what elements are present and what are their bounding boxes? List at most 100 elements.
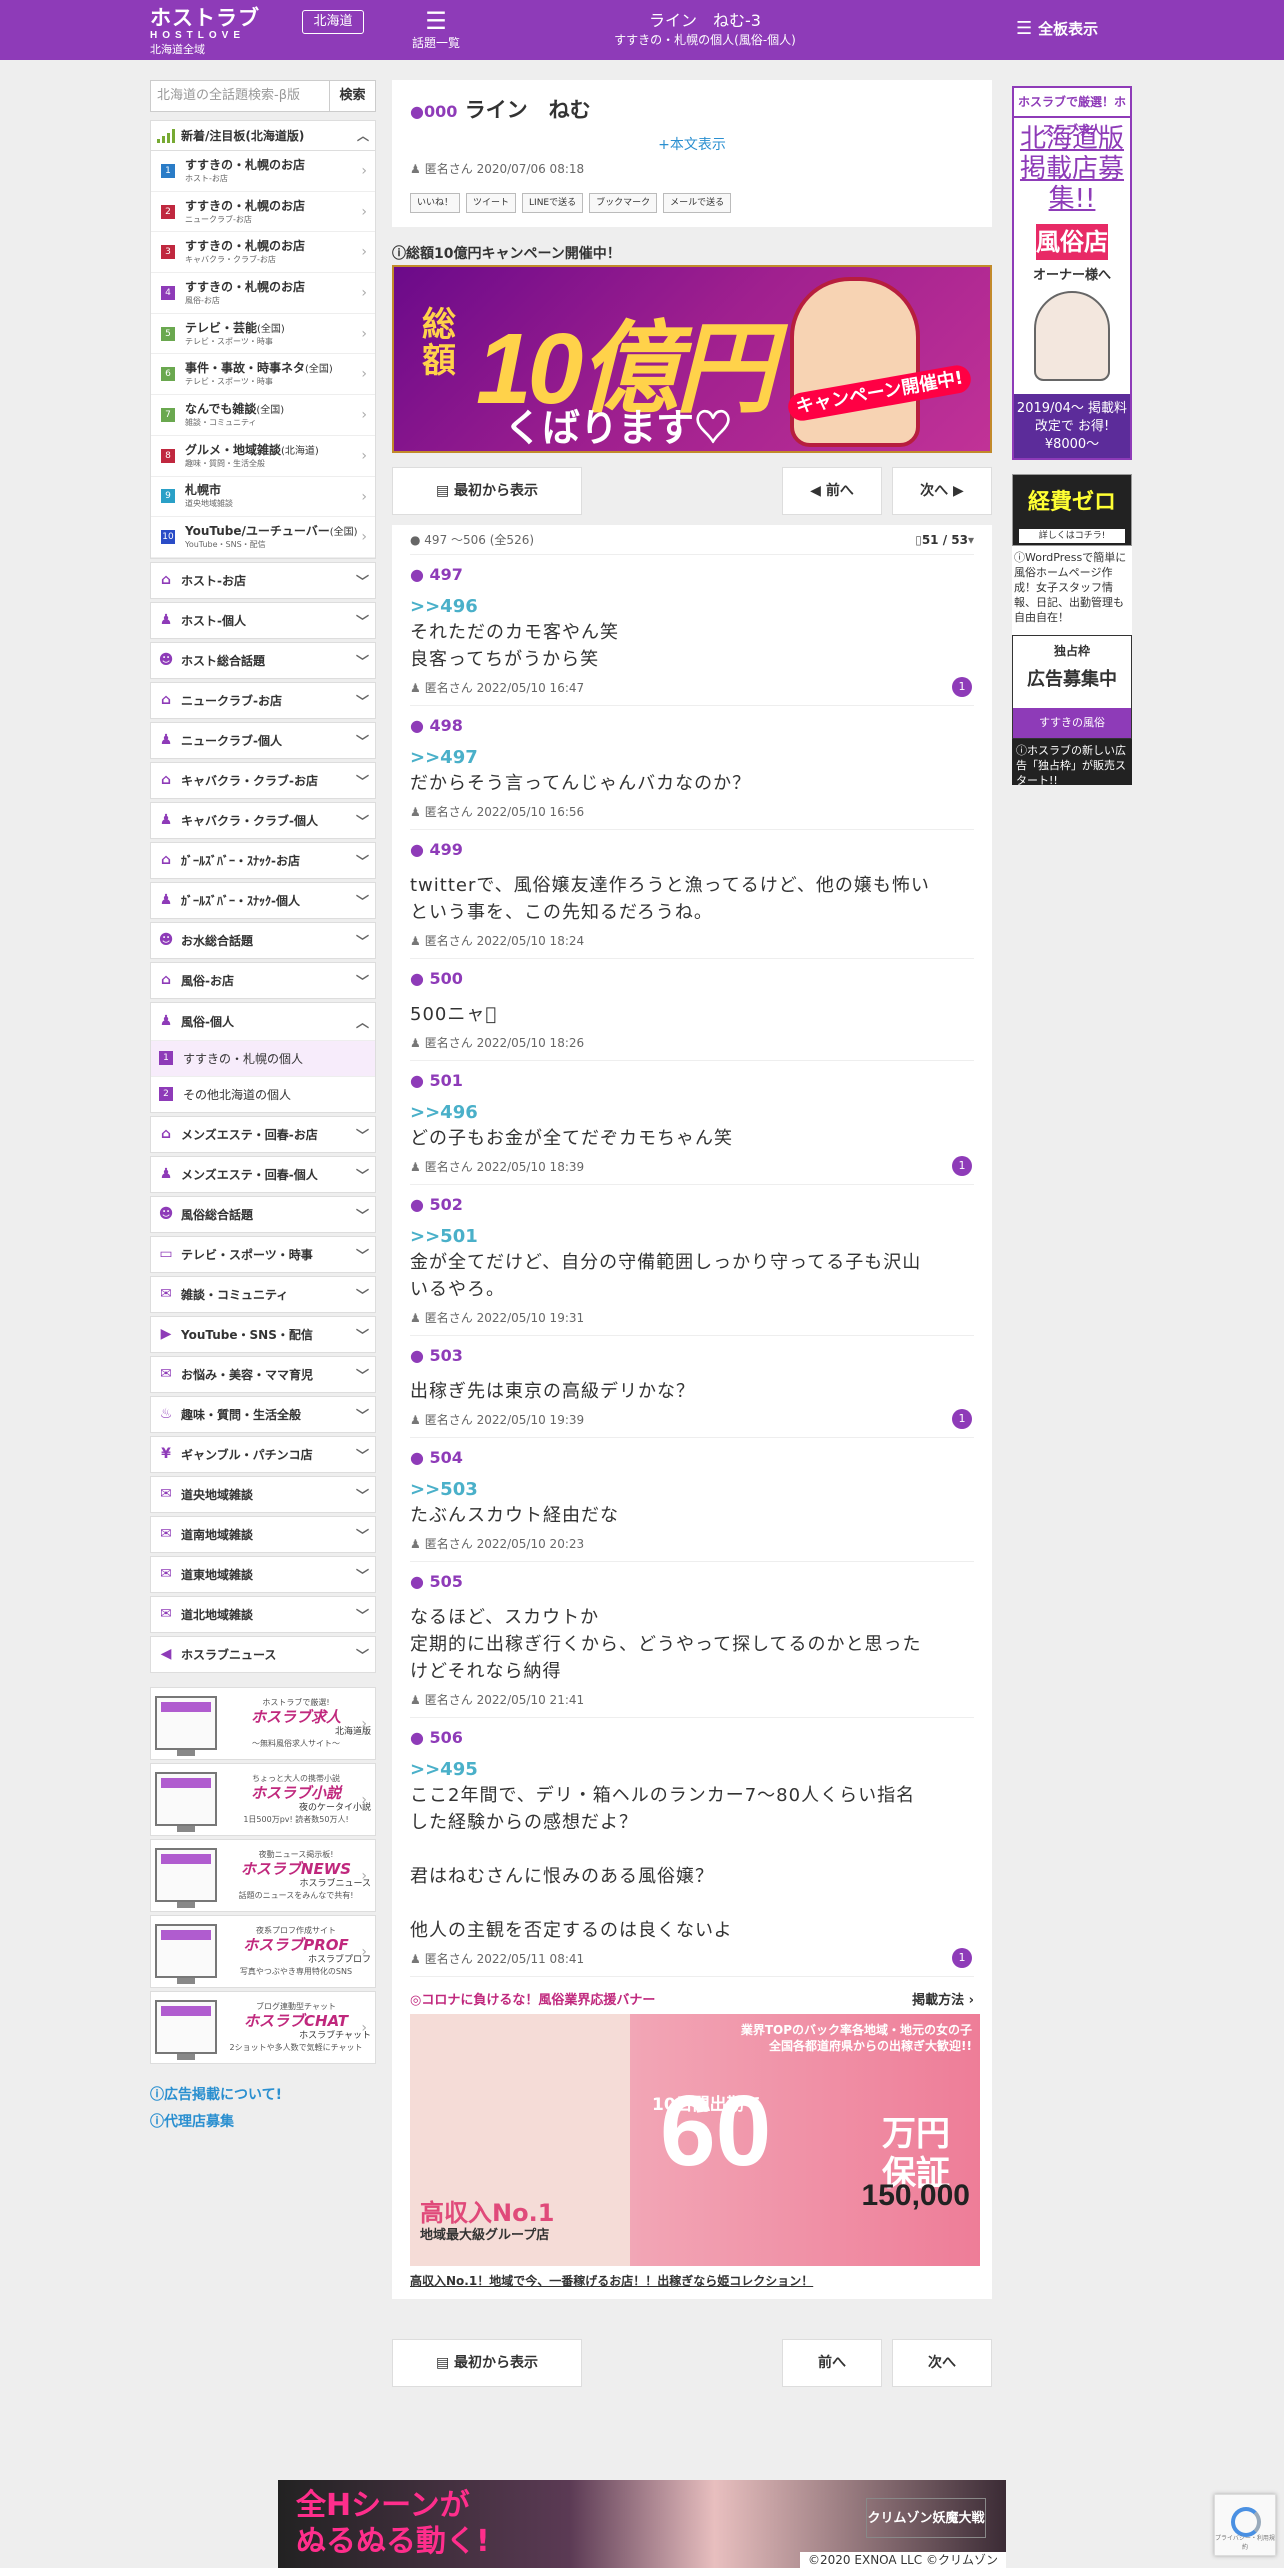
- category-item[interactable]: ▶ YouTube・SNS・配信 ﹀: [150, 1315, 376, 1353]
- exclusive-ad-text[interactable]: ⓘホスラブの新しい広告「独占枠」が販売スタート!!: [1012, 739, 1132, 787]
- ad-how-link[interactable]: 掲載方法 ›: [912, 1989, 974, 2008]
- category-item[interactable]: ▭ テレビ・スポーツ・時事 ﹀: [150, 1235, 376, 1273]
- speaker-icon: ◀: [160, 1646, 172, 1663]
- website-ad[interactable]: 経費ゼロ 詳しくはコチラ!: [1012, 474, 1132, 546]
- category-item[interactable]: ✉ 道央地域雑談 ﹀: [150, 1475, 376, 1513]
- campaign-banner[interactable]: 総額 10億円 くばります♡ キャンペーン開催中!: [392, 265, 992, 453]
- featured-boards-header[interactable]: 新着/注目板(北海道版) ︿: [151, 121, 375, 151]
- category-item[interactable]: ◀ ホスラブニュース ﹀: [150, 1635, 376, 1673]
- promo-item[interactable]: ブログ連動型チャット ホスラブCHAT ホスラブチャット 2ショットや多人数で気軽にチ…: [150, 1990, 376, 2064]
- next-button[interactable]: 次へ ▶: [892, 467, 992, 515]
- mail-share-button[interactable]: メールで送る: [663, 193, 732, 213]
- sidebar-item[interactable]: 10 YouTube/ユーチューバー(全国) YouTube・SNS・配信 ›: [151, 517, 375, 558]
- all-boards-button[interactable]: ☰ 全板表示: [1016, 18, 1098, 39]
- category-item[interactable]: ⌂ ニュークラブ-お店 ﹀: [150, 681, 376, 719]
- category-item[interactable]: ✉ 道北地域雑談 ﹀: [150, 1595, 376, 1633]
- show-from-start-button-bottom[interactable]: ▤ 最初から表示: [392, 2339, 582, 2387]
- post-number[interactable]: ● 502: [410, 1193, 974, 1217]
- agency-link[interactable]: ⓘ代理店募集: [150, 2109, 376, 2136]
- post-number[interactable]: ● 506: [410, 1726, 974, 1750]
- next-button-bottom[interactable]: 次へ: [892, 2339, 992, 2387]
- game-copyright: ©2020 EXNOA LLC ©クリムゾン: [800, 2552, 1006, 2568]
- category-item[interactable]: ⌂ キャバクラ・クラブ-お店 ﹀: [150, 761, 376, 799]
- promo-item[interactable]: ちょっと大人の携帯小説 ホスラブ小説 夜のケータイ小説 1日500万pv! 読者数50…: [150, 1762, 376, 1836]
- item-number: 1: [161, 163, 175, 178]
- category-item[interactable]: ✉ お悩み・美容・ママ育児 ﹀: [150, 1355, 376, 1393]
- exclusive-ad[interactable]: 独占枠 広告募集中 すすきの風俗: [1012, 635, 1132, 739]
- sidebar-item[interactable]: 8 グルメ・地域雑談(北海道) 趣味・質問・生活全般 ›: [151, 436, 375, 477]
- reply-anchor-link[interactable]: >>496: [410, 595, 974, 619]
- post-number[interactable]: ● 504: [410, 1446, 974, 1470]
- show-from-start-button[interactable]: ▤ 最初から表示: [392, 467, 582, 515]
- reply-count-badge[interactable]: 1: [952, 1409, 972, 1429]
- category-sub-item[interactable]: 1 すすきの・札幌の個人: [151, 1039, 375, 1076]
- post-number[interactable]: ● 503: [410, 1344, 974, 1368]
- promo-item[interactable]: 夜動ニュース掲示板! ホスラブNEWS ホスラブニュース 話題のニュースをみんなで共有…: [150, 1838, 376, 1912]
- category-item[interactable]: ♟ メンズエステ・回春-個人 ﹀: [150, 1155, 376, 1193]
- post-number[interactable]: ● 500: [410, 967, 974, 991]
- page-selector[interactable]: ▯51 / 53▾: [915, 533, 974, 547]
- search-input[interactable]: 北海道の全話題検索-β版: [150, 80, 330, 112]
- site-logo[interactable]: ホストラブ HOSTLOVE 北海道全域: [150, 8, 290, 57]
- reply-count-badge[interactable]: 1: [952, 677, 972, 697]
- category-item-fuzoku-individual[interactable]: ♟ 風俗-個人 ︿: [151, 1002, 375, 1040]
- recruit-ad[interactable]: ホスラブで厳選！ホスラブ求人 北海道版掲載店募集!! 風俗店 オーナー様へ 20…: [1012, 86, 1132, 460]
- sidebar-item[interactable]: 2 すすきの・札幌のお店 ニュークラブ-お店 ›: [151, 192, 375, 233]
- post-number[interactable]: ● 498: [410, 714, 974, 738]
- post-number[interactable]: ● 505: [410, 1570, 974, 1594]
- category-sub-item[interactable]: 2 その他北海道の個人: [151, 1075, 375, 1112]
- reply-anchor-link[interactable]: >>503: [410, 1478, 974, 1502]
- recaptcha-badge[interactable]: プライバシー・利用規約: [1214, 2494, 1276, 2556]
- category-item[interactable]: ♟ キャバクラ・クラブ-個人 ﹀: [150, 801, 376, 839]
- reply-anchor-link[interactable]: >>495: [410, 1758, 974, 1782]
- sidebar-item[interactable]: 6 事件・事故・時事ネタ(全国) テレビ・スポーツ・時事 ›: [151, 354, 375, 396]
- post-number[interactable]: ● 497: [410, 563, 974, 587]
- category-item[interactable]: ✉ 道南地域雑談 ﹀: [150, 1515, 376, 1553]
- sidebar-item[interactable]: 9 札幌市 道央地域雑談 ›: [151, 477, 375, 518]
- tweet-button[interactable]: ツイート: [466, 193, 517, 213]
- promo-item[interactable]: 夜系プロフ作成サイト ホスラブPROF ホスラブプロフ 写真やつぶやき専用特化のSNS…: [150, 1914, 376, 1988]
- reply-anchor-link[interactable]: >>496: [410, 1101, 974, 1125]
- reply-count-badge[interactable]: 1: [952, 1156, 972, 1176]
- facebook-like-button[interactable]: いいね！: [410, 193, 461, 213]
- ad-info-link[interactable]: ⓘ広告掲載について!: [150, 2082, 376, 2109]
- sidebar-item[interactable]: 1 すすきの・札幌のお店 ホスト-お店 ›: [151, 151, 375, 192]
- hime-collection-banner[interactable]: 業界TOPのバック率各地域・地元の女の子 全国各都道府県からの出稼ぎ大歓迎!! 1…: [410, 2014, 980, 2266]
- promo-item[interactable]: ホストラブで厳選! ホスラブ求人 北海道版 〜無料風俗求人サイト〜 ›: [150, 1686, 376, 1760]
- sidebar-item[interactable]: 3 すすきの・札幌のお店 キャバクラ・クラブ-お店 ›: [151, 232, 375, 274]
- category-item[interactable]: ♟ ｶﾞｰﾙｽﾞﾊﾞｰ・ｽﾅｯｸ-個人 ﹀: [150, 881, 376, 919]
- topics-list-button[interactable]: ☰ 話題一覧: [410, 8, 462, 51]
- category-item[interactable]: ☻ 風俗総合話題 ﹀: [150, 1195, 376, 1233]
- prev-button-bottom[interactable]: 前へ: [782, 2339, 882, 2387]
- category-item[interactable]: ♨ 趣味・質問・生活全般 ﹀: [150, 1395, 376, 1433]
- sidebar-item[interactable]: 7 なんでも雑談(全国) 雑談・コミュニティ ›: [151, 395, 375, 436]
- post-number[interactable]: ● 499: [410, 838, 974, 862]
- prev-button[interactable]: ◀ 前へ: [782, 467, 882, 515]
- sidebar-item[interactable]: 4 すすきの・札幌のお店 風俗-お店 ›: [151, 273, 375, 314]
- hime-collection-link[interactable]: 高収入No.1！地域で今、一番稼げるお店！！出稼ぎなら姫コレクション！: [410, 2272, 974, 2289]
- sidebar-item[interactable]: 5 テレビ・芸能(全国) テレビ・スポーツ・時事 ›: [151, 314, 375, 355]
- reply-count-badge[interactable]: 1: [952, 1948, 972, 1968]
- category-item[interactable]: ♟ ホスト-個人 ﹀: [150, 601, 376, 639]
- category-item[interactable]: ⌂ ホスト-お店 ﹀: [150, 561, 376, 599]
- category-item[interactable]: ☻ ホスト総合話題 ﹀: [150, 641, 376, 679]
- bottom-game-banner[interactable]: 全Hシーンが ぬるぬる動く! クリムゾン妖魔大戦 ©2020 EXNOA LLC …: [278, 2480, 1006, 2568]
- category-item[interactable]: ✉ 道東地域雑談 ﹀: [150, 1555, 376, 1593]
- category-item[interactable]: ♟ ニュークラブ-個人 ﹀: [150, 721, 376, 759]
- region-button[interactable]: 北海道: [302, 10, 364, 34]
- category-item[interactable]: ✉ 雑談・コミュニティ ﹀: [150, 1275, 376, 1313]
- bookmark-button[interactable]: ブックマーク: [589, 193, 658, 213]
- category-item[interactable]: ⌂ 風俗-お店 ﹀: [150, 961, 376, 999]
- category-item[interactable]: ⌂ メンズエステ・回春-お店 ﹀: [150, 1115, 376, 1153]
- category-item[interactable]: ☻ お水総合話題 ﹀: [150, 921, 376, 959]
- reply-anchor-link[interactable]: >>501: [410, 1225, 974, 1249]
- category-item[interactable]: ⌂ ｶﾞｰﾙｽﾞﾊﾞｰ・ｽﾅｯｸ-お店 ﹀: [150, 841, 376, 879]
- chevron-right-icon: ›: [361, 529, 367, 546]
- post-number[interactable]: ● 501: [410, 1069, 974, 1093]
- show-body-link[interactable]: +本文表示: [410, 134, 974, 154]
- search-button[interactable]: 検索: [330, 80, 376, 112]
- category-item[interactable]: ¥ ギャンブル・パチンコ店 ﹀: [150, 1435, 376, 1473]
- reply-anchor-link[interactable]: >>497: [410, 746, 974, 770]
- line-share-button[interactable]: LINEで送る: [522, 193, 584, 213]
- website-ad-text[interactable]: ⓘWordPressで簡単に風俗ホームページ作成！女子スタッフ情報、日記、出勤管…: [1012, 546, 1132, 635]
